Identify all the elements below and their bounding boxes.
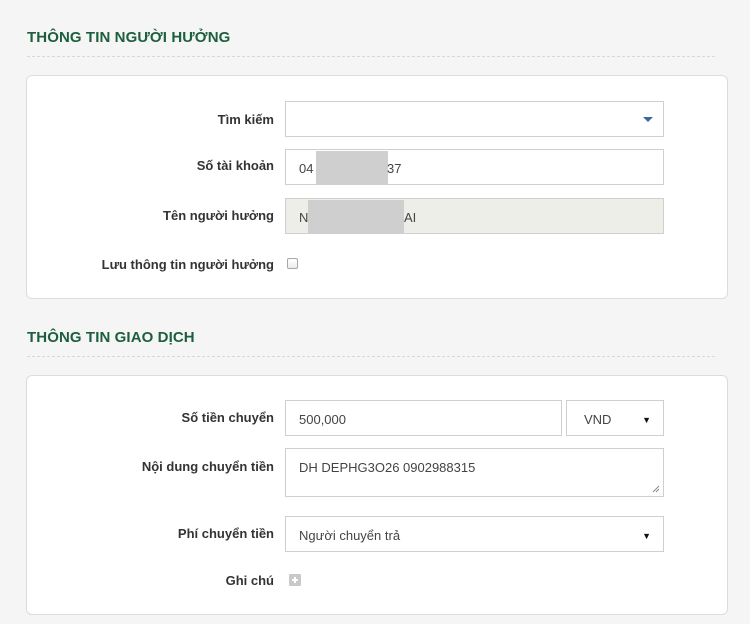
save-beneficiary-label: Lưu thông tin người hưởng xyxy=(101,257,274,272)
transfer-content-value: DH DEPHG3O26 0902988315 xyxy=(299,460,476,475)
currency-select[interactable]: VND ▼ xyxy=(566,400,664,436)
account-number-input[interactable]: 04 37 xyxy=(285,149,664,185)
account-number-label: Số tài khoản xyxy=(196,158,274,173)
section-title-transaction: THÔNG TIN GIAO DỊCH xyxy=(27,329,195,346)
beneficiary-name-prefix: N xyxy=(299,210,309,225)
triangle-down-icon: ▼ xyxy=(642,531,651,541)
transfer-content-textarea[interactable]: DH DEPHG3O26 0902988315 xyxy=(285,448,664,497)
currency-value: VND xyxy=(584,412,612,427)
amount-input[interactable]: 500,000 xyxy=(285,400,562,436)
section-title-beneficiary: THÔNG TIN NGƯỜI HƯỞNG xyxy=(27,29,231,46)
transfer-content-label: Nội dung chuyển tiền xyxy=(141,459,274,474)
resize-handle-icon[interactable] xyxy=(652,485,660,493)
save-beneficiary-checkbox[interactable] xyxy=(287,258,298,269)
transfer-fee-value: Người chuyển trả xyxy=(299,528,401,543)
triangle-down-icon: ▼ xyxy=(642,415,651,425)
beneficiary-name-label: Tên người hưởng xyxy=(163,208,274,223)
redaction-mask xyxy=(316,151,388,184)
search-label: Tìm kiếm xyxy=(217,112,274,127)
note-label: Ghi chú xyxy=(225,573,274,588)
amount-value: 500,000 xyxy=(299,412,346,427)
section-divider xyxy=(27,356,715,357)
search-dropdown[interactable] xyxy=(285,101,664,137)
caret-down-icon xyxy=(643,117,653,122)
plus-icon[interactable] xyxy=(289,574,301,586)
transfer-fee-label: Phí chuyển tiền xyxy=(177,526,274,541)
section-divider xyxy=(27,56,715,57)
transfer-fee-select[interactable]: Người chuyển trả ▼ xyxy=(285,516,664,552)
account-number-suffix: 37 xyxy=(387,161,402,176)
amount-label: Số tiền chuyển xyxy=(181,410,274,425)
beneficiary-name-suffix: AI xyxy=(404,210,417,225)
beneficiary-name-field: N AI xyxy=(285,198,664,234)
account-number-prefix: 04 xyxy=(299,161,314,176)
redaction-mask xyxy=(308,200,404,233)
